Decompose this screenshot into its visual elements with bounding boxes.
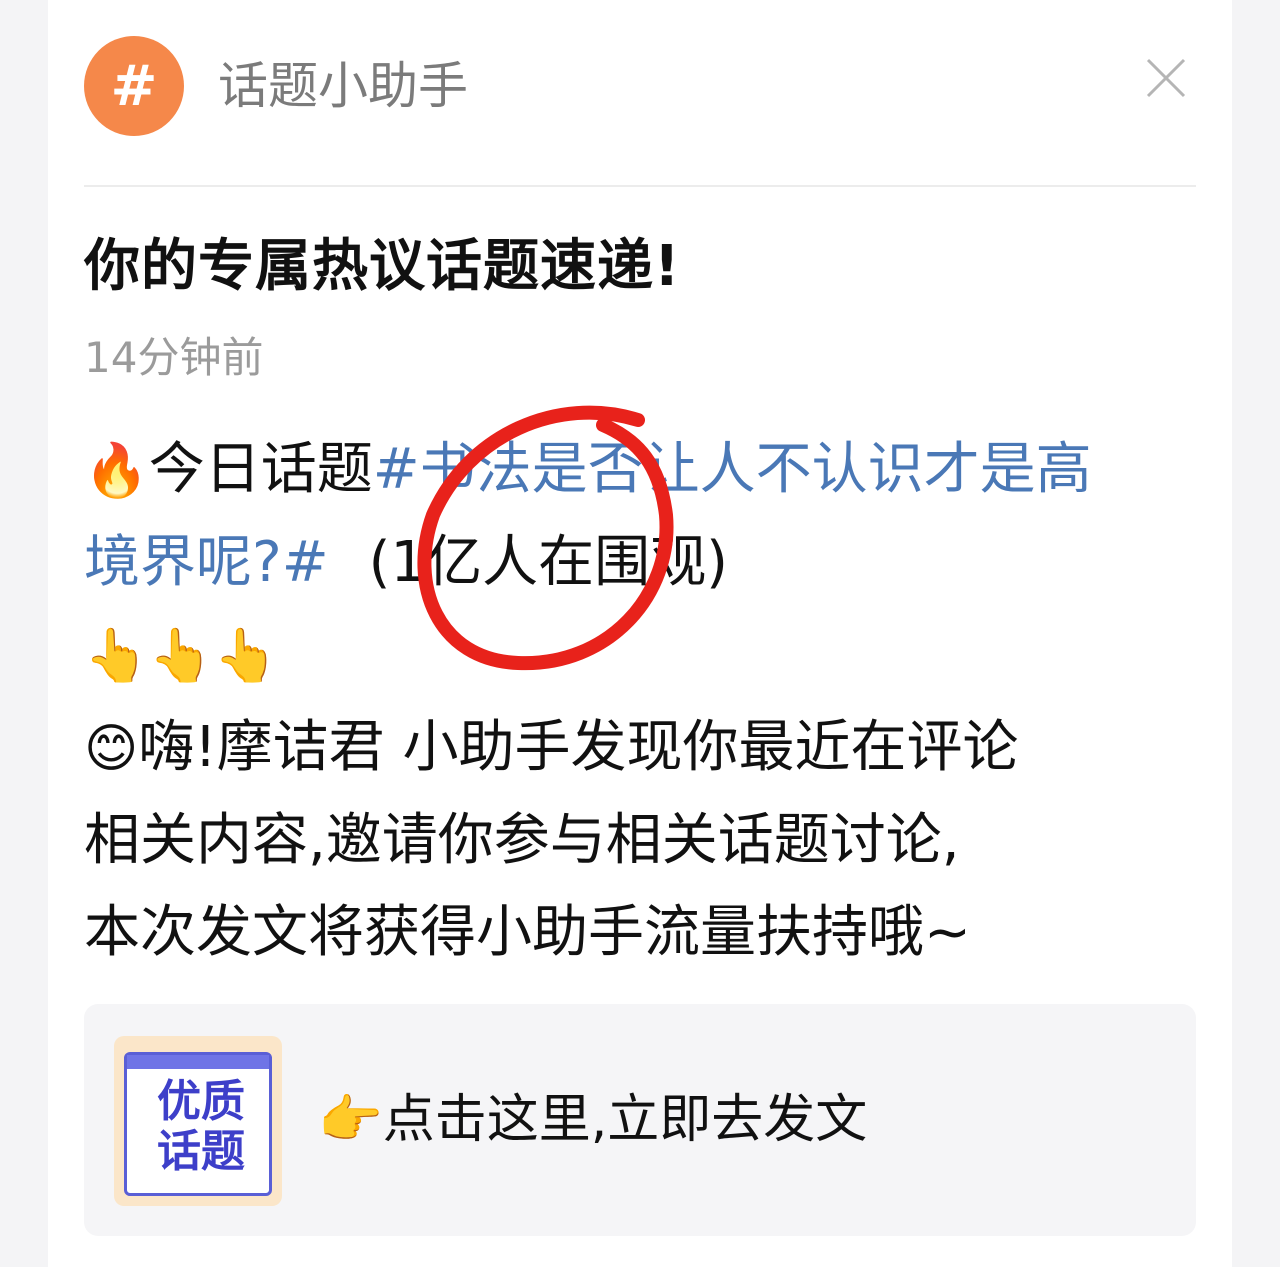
message-time: 14分钟前 (84, 333, 264, 382)
topic-prefix: 今日话题 (148, 437, 373, 502)
smile-icon: 😊 (84, 719, 139, 779)
post-now-label: 点击这里,立即去发文 (382, 1090, 868, 1150)
body-line-3: 本次发文将获得小助手流量扶持哦~ (84, 900, 971, 965)
quality-topic-thumbnail: 优质 话题 (114, 1036, 282, 1206)
message-body: 🔥今日话题#书法是否让人不认识才是高 境界呢?# (1亿人在围观) 👆👆👆 😊嗨!… (84, 424, 1200, 979)
topic-line-2: 境界呢?# (1亿人在围观) (84, 517, 1200, 609)
pointing-right-icon: 👉 (318, 1090, 383, 1150)
divider (84, 185, 1196, 187)
thumbnail-window: 优质 话题 (124, 1052, 272, 1196)
header-title: 话题小助手 (218, 57, 468, 115)
topic-assistant-avatar[interactable]: # (84, 36, 184, 136)
thumbnail-titlebar (127, 1055, 269, 1069)
notification-card: # 话题小助手 你的专属热议话题速递! 14分钟前 🔥今日话题#书法是否让人不认… (48, 0, 1232, 1267)
fire-icon: 🔥 (84, 441, 149, 501)
pointing-up-icon: 👆👆👆 (84, 626, 279, 686)
message-title: 你的专属热议话题速递! (84, 234, 681, 299)
post-now-link[interactable]: 👉点击这里,立即去发文 (318, 1088, 867, 1152)
thumbnail-text: 优质 话题 (141, 1077, 261, 1177)
header: # 话题小助手 (84, 36, 1196, 136)
thumbnail-text-line-2: 话题 (157, 1126, 245, 1177)
topic-views: (1亿人在围观) (368, 530, 728, 595)
body-line-1: 😊嗨!摩诘君 小助手发现你最近在评论 (84, 702, 1200, 795)
body-line-2: 相关内容,邀请你参与相关话题讨论, (84, 808, 960, 873)
post-prompt-box[interactable]: 优质 话题 👉点击这里,立即去发文 (84, 1004, 1196, 1236)
thumbnail-text-line-1: 优质 (157, 1076, 245, 1127)
close-icon[interactable] (1144, 56, 1188, 100)
topic-link[interactable]: #书法是否让人不认识才是高 (373, 437, 1092, 502)
topic-line-1: 🔥今日话题#书法是否让人不认识才是高 (84, 424, 1200, 517)
pointing-emojis: 👆👆👆 (84, 609, 1200, 702)
body-text-1: 嗨!摩诘君 小助手发现你最近在评论 (138, 715, 1019, 780)
topic-link-continued[interactable]: 境界呢?# (84, 530, 329, 595)
